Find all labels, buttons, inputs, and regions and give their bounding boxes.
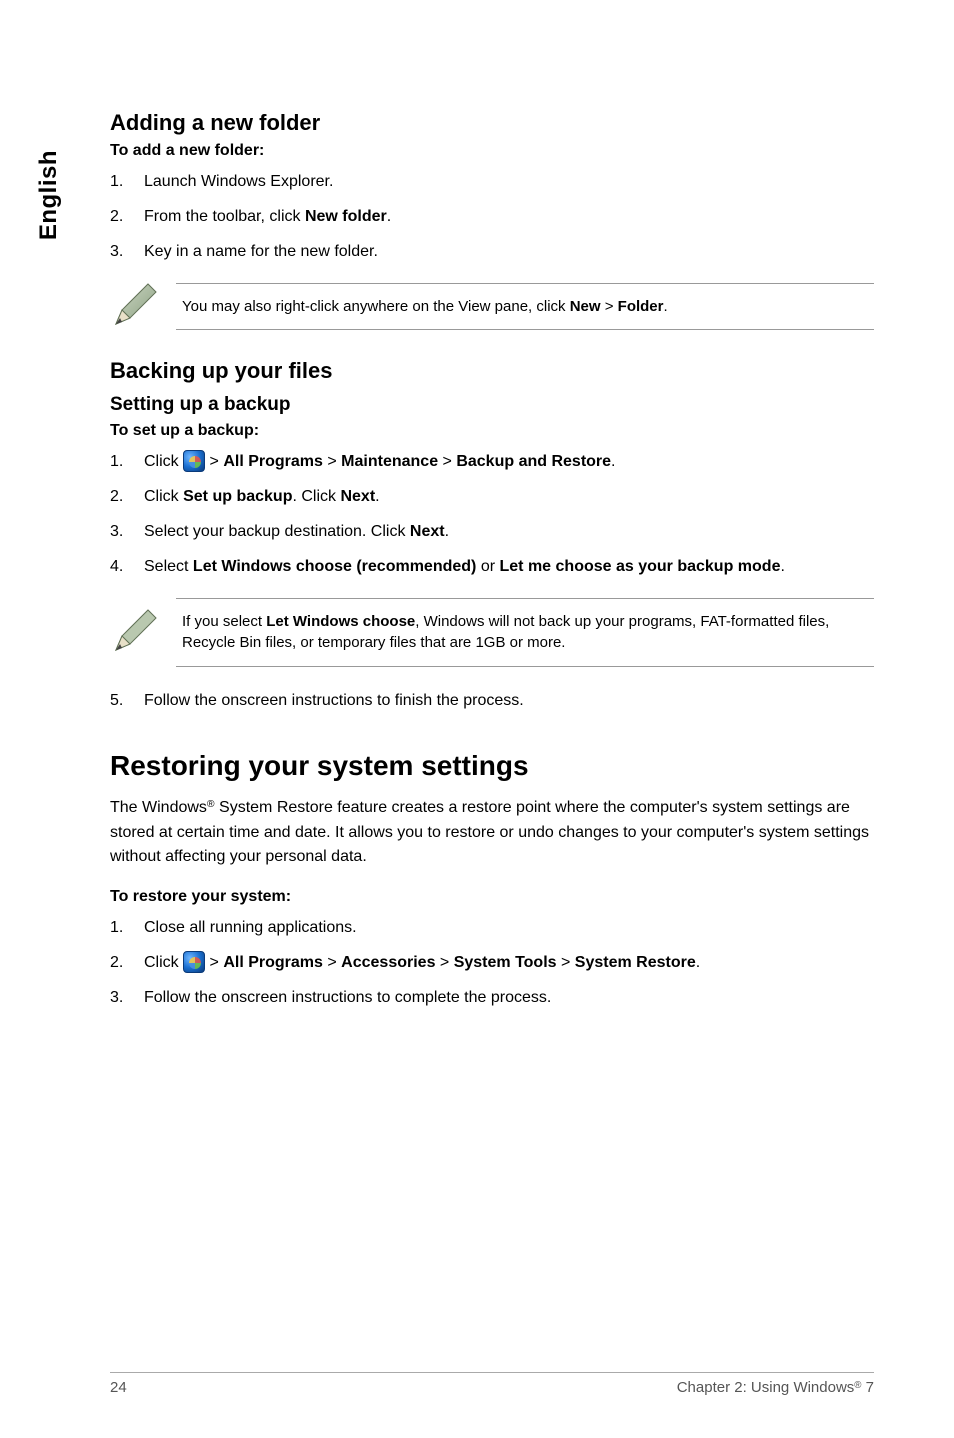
step-number: 2.: [110, 951, 144, 976]
step-body: Select Let Windows choose (recommended) …: [144, 555, 874, 580]
step-number: 1.: [110, 916, 144, 941]
step-number: 1.: [110, 450, 144, 475]
step-body: Key in a name for the new folder.: [144, 240, 874, 265]
list-item: 1.Click > All Programs > Maintenance > B…: [110, 450, 874, 475]
step-number: 1.: [110, 170, 144, 195]
step-body: Launch Windows Explorer.: [144, 170, 874, 195]
list-item: 2.Click Set up backup. Click Next.: [110, 485, 874, 510]
step-body: Click > All Programs > Maintenance > Bac…: [144, 450, 874, 475]
heading-restoring-system: Restoring your system settings: [110, 750, 874, 782]
note-row: If you select Let Windows choose, Window…: [110, 598, 874, 668]
lead-set-up-backup: To set up a backup:: [110, 422, 874, 440]
lead-restore-system: To restore your system:: [110, 888, 874, 906]
list-item: 3.Key in a name for the new folder.: [110, 240, 874, 265]
steps-restore: 1.Close all running applications.2.Click…: [110, 916, 874, 1010]
step-number: 3.: [110, 520, 144, 545]
heading-backing-up: Backing up your files: [110, 358, 874, 384]
subheading-setting-up-backup: Setting up a backup: [110, 394, 874, 416]
list-item: 2.From the toolbar, click New folder.: [110, 205, 874, 230]
list-item: 1.Close all running applications.: [110, 916, 874, 941]
list-item: 1.Launch Windows Explorer.: [110, 170, 874, 195]
step-number: 2.: [110, 205, 144, 230]
paragraph-restore-intro: The Windows® System Restore feature crea…: [110, 796, 874, 870]
step-number: 5.: [110, 689, 144, 714]
list-item: 4.Select Let Windows choose (recommended…: [110, 555, 874, 580]
pencil-icon: [110, 608, 158, 656]
step-body: From the toolbar, click New folder.: [144, 205, 874, 230]
note-text: You may also right-click anywhere on the…: [176, 283, 874, 331]
step-number: 4.: [110, 555, 144, 580]
language-tab: English: [35, 150, 63, 240]
steps-add-folder: 1.Launch Windows Explorer.2.From the too…: [110, 170, 874, 264]
step-body: Follow the onscreen instructions to comp…: [144, 986, 874, 1011]
note-row: You may also right-click anywhere on the…: [110, 282, 874, 330]
windows-start-icon: [183, 450, 205, 472]
step-number: 3.: [110, 240, 144, 265]
note-text: If you select Let Windows choose, Window…: [176, 598, 874, 668]
step-body: Follow the onscreen instructions to fini…: [144, 689, 874, 714]
list-item: 5.Follow the onscreen instructions to fi…: [110, 689, 874, 714]
page-footer: 24 Chapter 2: Using Windows® 7: [110, 1372, 874, 1396]
steps-backup-cont: 5.Follow the onscreen instructions to fi…: [110, 689, 874, 714]
heading-adding-new-folder: Adding a new folder: [110, 110, 874, 136]
step-number: 3.: [110, 986, 144, 1011]
footer-chapter: Chapter 2: Using Windows® 7: [150, 1379, 874, 1396]
step-body: Click > All Programs > Accessories > Sys…: [144, 951, 874, 976]
lead-add-folder: To add a new folder:: [110, 142, 874, 160]
windows-start-icon: [183, 951, 205, 973]
page-number: 24: [110, 1379, 150, 1396]
list-item: 3.Follow the onscreen instructions to co…: [110, 986, 874, 1011]
list-item: 3.Select your backup destination. Click …: [110, 520, 874, 545]
steps-backup: 1.Click > All Programs > Maintenance > B…: [110, 450, 874, 579]
step-number: 2.: [110, 485, 144, 510]
pencil-icon: [110, 282, 158, 330]
step-body: Click Set up backup. Click Next.: [144, 485, 874, 510]
step-body: Close all running applications.: [144, 916, 874, 941]
step-body: Select your backup destination. Click Ne…: [144, 520, 874, 545]
list-item: 2.Click > All Programs > Accessories > S…: [110, 951, 874, 976]
